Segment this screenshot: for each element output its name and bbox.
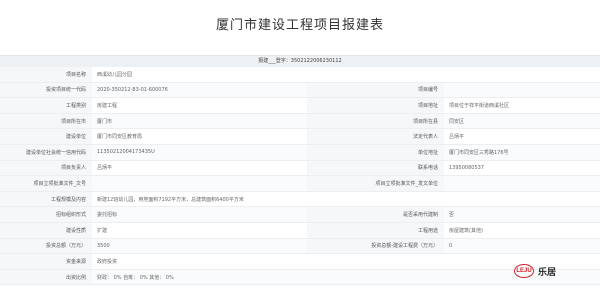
leju-logo: LEJU 乐居 (514, 262, 594, 280)
field-value: 厦门市 (92, 113, 307, 130)
field-label: 投资总额（万元） (0, 238, 92, 255)
field-label: 出资比例 (0, 269, 92, 286)
field-label: 建设单位 (0, 128, 92, 145)
field-label: 单位地址 (307, 144, 444, 161)
field-label: 联系电话 (307, 160, 444, 177)
field-label: 工程用途 (307, 222, 444, 239)
field-value: 13950080537 (444, 160, 600, 177)
table-row: 投资项目统一代码 2020-350212-83-01-600076 项目编号 (0, 82, 600, 99)
field-label: 项目所在市 (0, 113, 92, 130)
field-value: 0 (444, 238, 600, 255)
field-value: 新建12班幼儿园，用地面积7192平方米，总建筑面积6400平方米 (92, 191, 600, 208)
field-value: 2020-350212-83-01-600076 (92, 82, 307, 99)
table-row: 建设单位 厦门市同安区教育局 法定代表人 吕炳平 (0, 128, 600, 145)
table-row: 项目负责人 吕炳平 联系电话 13950080537 (0, 160, 600, 177)
field-value: 厦门市同安区三秀路176号 (444, 144, 600, 161)
field-value (444, 175, 600, 192)
field-value: 同安区 (444, 113, 600, 130)
table-row: 项目立项批准文件_文号 项目立项批准文件_发文单位 (0, 175, 600, 192)
table-row: 投资总额（万元） 3500 投资总额-建设工程费（万元） 0 (0, 238, 600, 255)
field-label: 项目名称 (0, 67, 92, 83)
table-row: 项目名称 西溪幼儿园分园 (0, 67, 600, 83)
field-value: 11350212004173435U (92, 144, 307, 161)
field-label: 招标组织形式 (0, 206, 92, 223)
field-value: 项目位于祥平街道西溪社区 (444, 97, 600, 114)
field-label: 投资项目统一代码 (0, 82, 92, 99)
field-label: 资金来源 (0, 253, 92, 270)
table-row: 工程类别 房建工程 项目地址 项目位于祥平街道西溪社区 (0, 97, 600, 114)
field-value: 吕炳平 (444, 128, 600, 145)
page-title: 厦门市建设工程项目报建表 (215, 18, 384, 33)
field-value (444, 82, 600, 99)
field-value: 否 (444, 206, 600, 223)
field-label: 法定代表人 (307, 128, 444, 145)
field-label: 项目立项批准文件_发文单位 (307, 175, 444, 192)
table-row: 招标组织形式 委托招标 是否采用代建制否 (0, 206, 600, 223)
field-value: 委托招标 (92, 206, 307, 223)
field-label: 项目负责人 (0, 160, 92, 177)
field-value: 房建工程 (92, 97, 307, 114)
table-row: 资金来源 政府投资 (0, 253, 600, 270)
field-label: 项目地址 (307, 97, 444, 114)
field-value (92, 175, 307, 192)
field-label: 建设性质 (0, 222, 92, 239)
field-value: 3500 (92, 238, 307, 255)
field-label: 投资总额-建设工程费（万元） (307, 238, 444, 255)
field-value: 厦门市同安区教育局 (92, 128, 307, 145)
field-value: 西溪幼儿园分园 (92, 67, 600, 83)
field-value: 吕炳平 (92, 160, 307, 177)
field-label: 是否采用代建制 (307, 206, 444, 223)
table-row: 建设单位社会统一信用代码 11350212004173435U 单位地址 厦门市同安区… (0, 144, 600, 161)
field-label: 项目所在县 (307, 113, 444, 130)
table-row: 工程规模及内容 新建12班幼儿园，用地面积7192平方米，总建筑面积6400平方米 (0, 191, 600, 208)
table-row: 建设性质 扩建 工程用途 房屋建筑(其他) (0, 222, 600, 239)
field-label: 项目编号 (307, 82, 444, 99)
field-label: 工程类别 (0, 97, 92, 114)
field-value: 扩建 (92, 222, 307, 239)
field-value: 房屋建筑(其他) (444, 222, 600, 239)
field-label: 建设单位社会统一信用代码 (0, 144, 92, 161)
table-row: 项目所在市 厦门市 项目所在县 同安区 (0, 113, 600, 130)
table-row: 出资比例 财政： 0% 自筹： 0% 其他： 0% (0, 269, 600, 286)
field-label: 项目立项批准文件_文号 (0, 175, 92, 192)
leju-logo-text: 乐居 (538, 267, 557, 278)
leju-logo-icon: LEJU (514, 264, 534, 278)
project-form-table: 项目名称 西溪幼儿园分园 投资项目统一代码 2020-350212-83-01-600… (0, 67, 600, 286)
field-label: 工程规模及内容 (0, 191, 92, 208)
